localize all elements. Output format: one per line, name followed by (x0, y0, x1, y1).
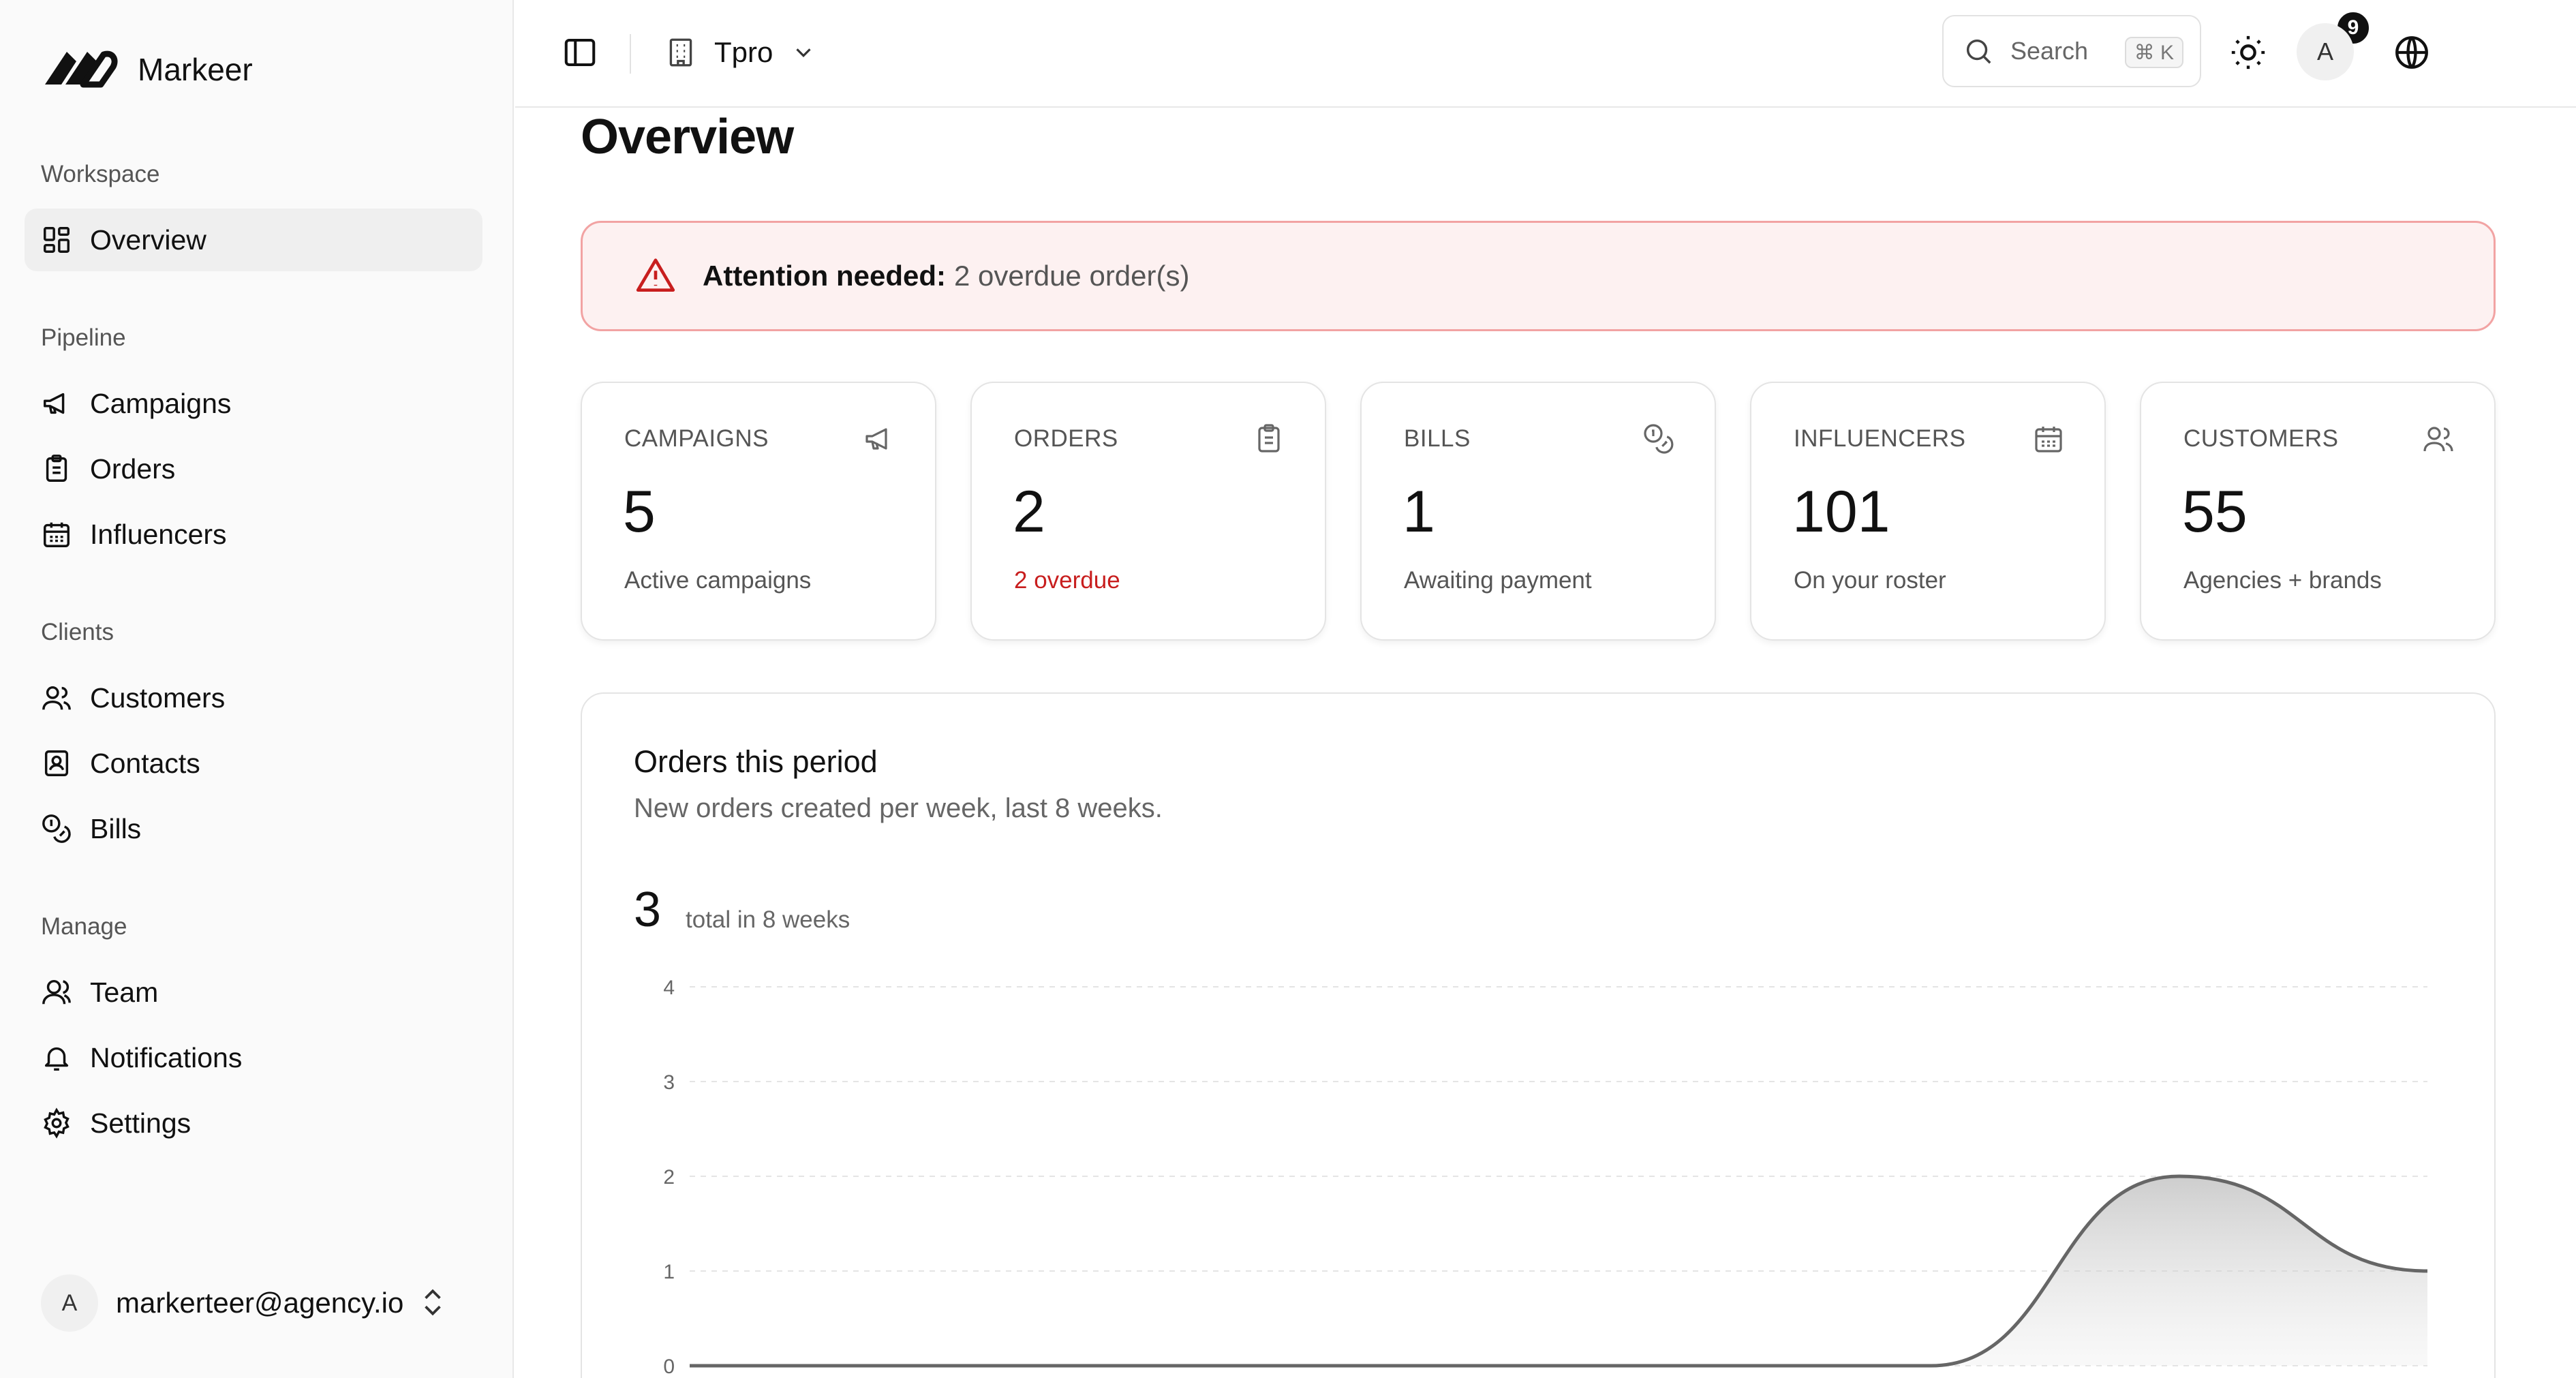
sidebar-item-contacts[interactable]: Contacts (25, 732, 482, 795)
stat-label: BILLS (1404, 425, 1471, 452)
sidebar-item-team[interactable]: Team (25, 961, 482, 1024)
stat-value: 2 (1013, 479, 1045, 545)
section-label-pipeline: Pipeline (41, 324, 126, 351)
sidebar-item-orders[interactable]: Orders (25, 438, 482, 500)
stat-subtext-overdue: 2 overdue (1014, 567, 1120, 594)
search-button[interactable]: Search ⌘ K (1942, 15, 2201, 87)
brand-name: Markeer (138, 52, 253, 87)
y-tick-label: 1 (663, 1261, 675, 1283)
search-placeholder: Search (2010, 37, 2089, 65)
megaphone-icon (865, 428, 887, 450)
sidebar-item-label: Contacts (90, 747, 200, 779)
gear-icon (44, 1107, 70, 1139)
user-group-icon (42, 979, 71, 1005)
coins-icon (42, 814, 71, 843)
overdue-alert: Attention needed: 2 overdue order(s) (581, 221, 2496, 331)
sidebar: Markeer Workspace Overview Pipeline Camp… (0, 0, 514, 1378)
stat-value: 5 (623, 479, 656, 545)
search-shortcut: ⌘ K (2124, 37, 2183, 68)
stat-card-bills[interactable]: BILLS 1 Awaiting payment (1360, 382, 1716, 641)
org-name: Tpro (714, 36, 773, 68)
users-icon (42, 686, 71, 710)
sidebar-item-label: Overview (90, 224, 206, 256)
section-label-clients: Clients (41, 619, 114, 645)
section-label-manage: Manage (41, 913, 127, 940)
stat-card-customers[interactable]: CUSTOMERS 55 Agencies + brands (2140, 382, 2496, 641)
chart-area (690, 1176, 2427, 1366)
calendar-days-icon (44, 522, 70, 547)
megaphone-icon (44, 393, 65, 414)
top-bar: Tpro Search ⌘ K 9 A (515, 0, 2576, 108)
stat-label: CUSTOMERS (2183, 425, 2339, 452)
stat-value: 101 (1792, 479, 1890, 545)
stat-subtext: On your roster (1794, 567, 1946, 594)
user-email: markerteer@agency.io (116, 1287, 404, 1319)
markeer-logo-icon (45, 50, 118, 88)
stat-label: CAMPAIGNS (624, 425, 769, 452)
y-tick-label: 0 (663, 1356, 675, 1378)
alert-triangle-icon (636, 258, 675, 292)
sidebar-item-settings[interactable]: Settings (25, 1092, 482, 1154)
sidebar-item-bills[interactable]: Bills (25, 797, 482, 860)
sidebar-item-label: Notifications (90, 1041, 243, 1073)
layout-dashboard-icon (44, 227, 70, 253)
org-switcher[interactable]: Tpro (664, 30, 816, 75)
stat-value: 55 (2182, 479, 2248, 545)
y-tick-label: 4 (663, 977, 675, 999)
avatar: A (41, 1274, 98, 1332)
clipboard-list-icon (1258, 424, 1280, 453)
contact-book-icon (44, 750, 69, 776)
avatar[interactable]: A (2297, 23, 2354, 80)
sidebar-item-customers[interactable]: Customers (25, 667, 482, 729)
brand[interactable]: Markeer (41, 42, 253, 97)
stat-label: ORDERS (1014, 425, 1118, 452)
sidebar-toggle-icon[interactable] (562, 34, 598, 71)
sidebar-item-influencers[interactable]: Influencers (25, 503, 482, 566)
stat-subtext: Agencies + brands (2183, 567, 2382, 594)
alert-title: Attention needed: (703, 260, 946, 292)
building-icon (669, 38, 692, 67)
orders-area-chart: 0 1 2 3 4 (663, 977, 2428, 1378)
clipboard-list-icon (46, 455, 67, 482)
y-tick-label: 2 (663, 1166, 675, 1189)
stat-card-influencers[interactable]: INFLUENCERS 101 On your roster (1750, 382, 2106, 641)
sidebar-item-label: Team (90, 976, 159, 1008)
chevrons-up-down-icon (425, 1289, 441, 1316)
sidebar-item-overview[interactable]: Overview (25, 209, 482, 271)
search-icon (1966, 39, 1991, 64)
stat-subtext: Active campaigns (624, 567, 812, 594)
sidebar-item-label: Customers (90, 682, 226, 714)
users-icon (2423, 427, 2453, 452)
sun-icon[interactable] (2228, 33, 2268, 72)
sidebar-item-label: Orders (90, 453, 176, 485)
stat-subtext: Awaiting payment (1404, 567, 1592, 594)
page-title: Overview (581, 110, 794, 164)
sidebar-item-notifications[interactable]: Notifications (25, 1026, 482, 1089)
user-menu[interactable]: A markerteer@agency.io (41, 1273, 477, 1333)
sidebar-item-label: Settings (90, 1107, 191, 1139)
stat-card-orders[interactable]: ORDERS 2 2 overdue (970, 382, 1326, 641)
globe-icon[interactable] (2392, 33, 2432, 72)
coins-icon (1644, 424, 1674, 454)
sidebar-item-label: Bills (90, 812, 142, 844)
chevron-down-icon (796, 48, 811, 57)
bell-icon (44, 1047, 69, 1071)
section-label-workspace: Workspace (41, 161, 160, 187)
stat-label: INFLUENCERS (1794, 425, 1966, 452)
stat-value: 1 (1402, 479, 1435, 545)
calendar-days-icon (2035, 427, 2062, 453)
stat-card-campaigns[interactable]: CAMPAIGNS 5 Active campaigns (581, 382, 936, 641)
alert-text: 2 overdue order(s) (953, 260, 1190, 292)
y-tick-label: 3 (663, 1071, 675, 1094)
orders-chart-card: Orders this period New orders created pe… (581, 692, 2496, 1378)
sidebar-item-label: Campaigns (90, 387, 232, 419)
divider (630, 34, 631, 74)
sidebar-item-campaigns[interactable]: Campaigns (25, 372, 482, 435)
sidebar-item-label: Influencers (90, 518, 227, 550)
